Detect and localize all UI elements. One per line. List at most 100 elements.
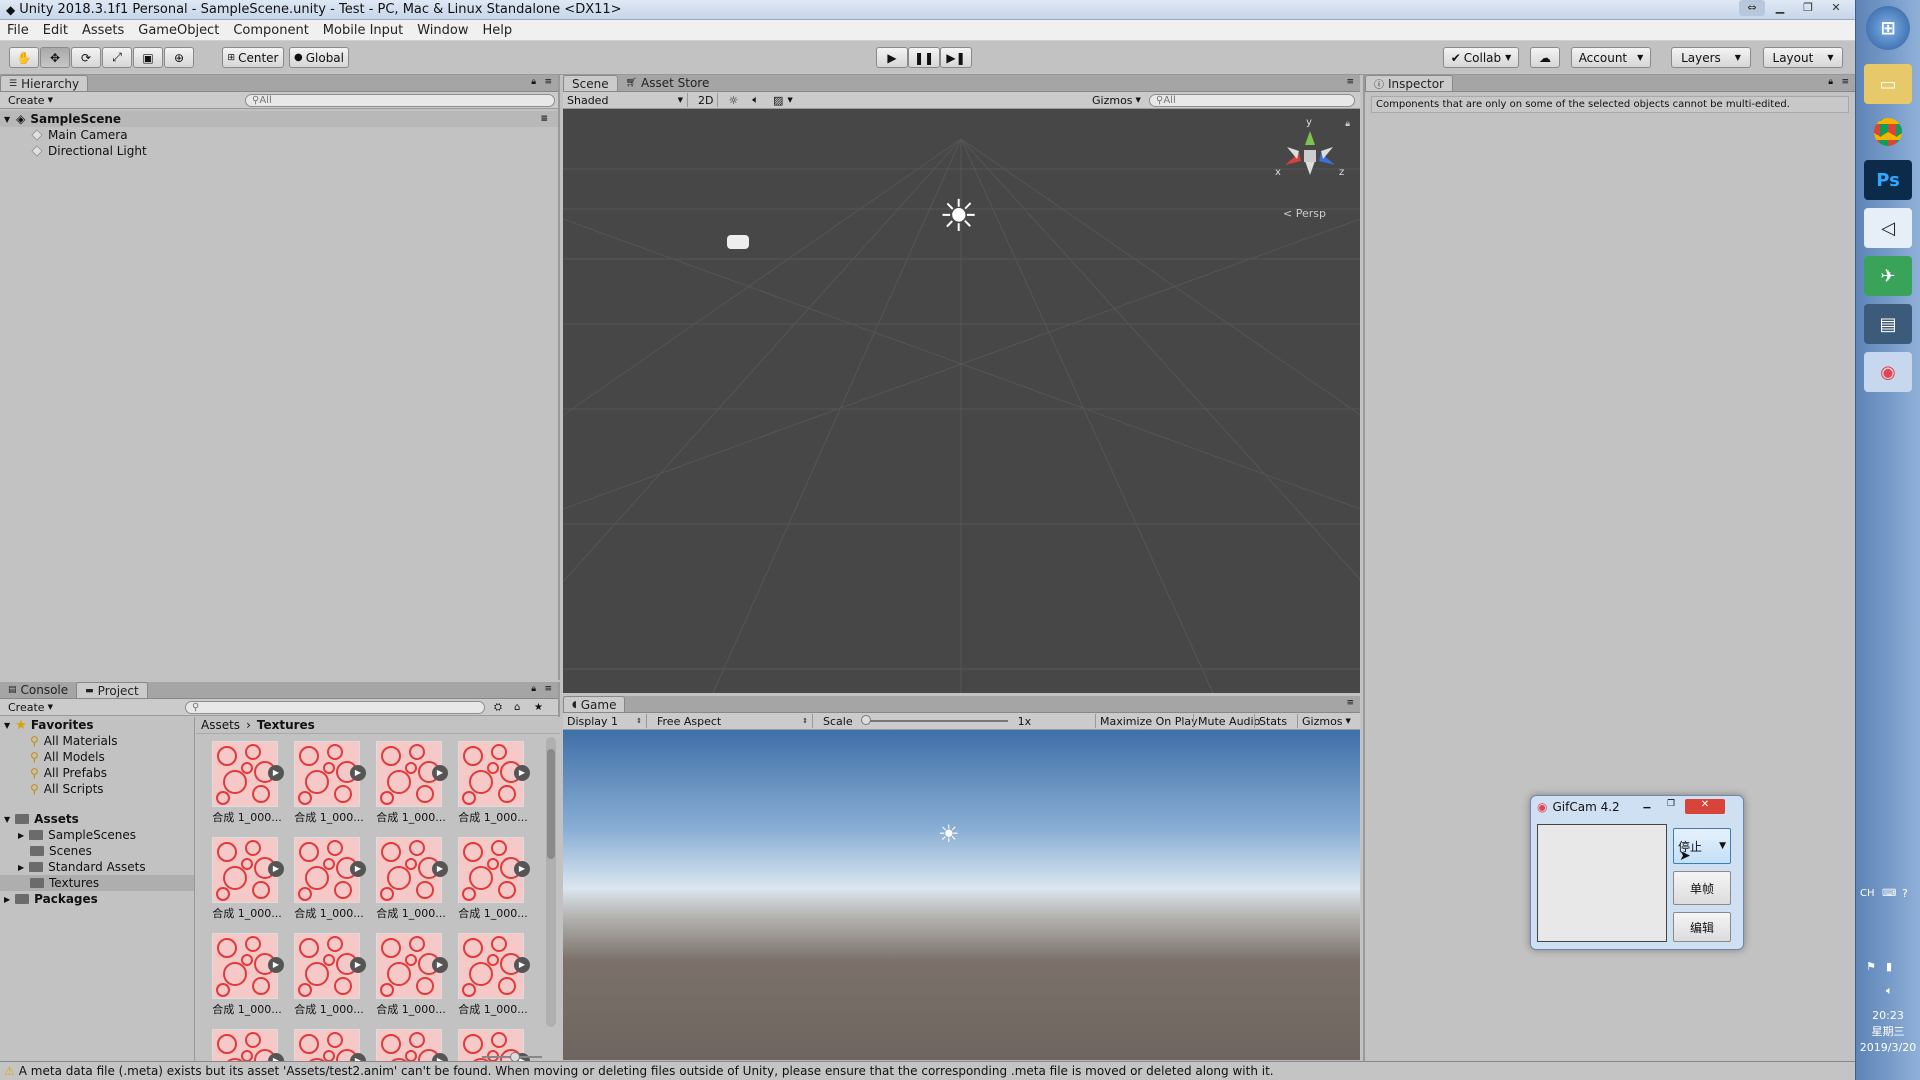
tray-volume-icon[interactable]: 🔈︎: [1886, 984, 1893, 998]
panel-menu-icon[interactable]: ≡: [1841, 77, 1849, 87]
persp-label[interactable]: < Persp: [1283, 207, 1326, 220]
expand-arrow-icon[interactable]: ▼: [4, 115, 10, 124]
texture-thumbnail[interactable]: ▶合成 1_000...: [458, 837, 530, 920]
play-preview-icon[interactable]: ▶: [350, 957, 366, 973]
display-dropdown[interactable]: Display 1 ⇕: [563, 714, 647, 728]
toggle-2d-button[interactable]: 2D: [694, 93, 719, 107]
game-gizmos-dropdown[interactable]: Gizmos ▼: [1297, 714, 1355, 728]
hierarchy-item[interactable]: Directional Light: [0, 143, 558, 159]
play-preview-icon[interactable]: ▶: [268, 765, 284, 781]
resize-arrows-icon[interactable]: ⇔: [1739, 0, 1765, 16]
asset-folder-item[interactable]: Scenes: [0, 843, 194, 859]
panel-menu-icon[interactable]: ≡: [1346, 77, 1354, 87]
scene-menu-icon[interactable]: ≡: [540, 114, 548, 124]
audio-toggle[interactable]: 🔈︎: [748, 93, 763, 107]
project-create-button[interactable]: Create ▼: [4, 700, 57, 714]
transform-tool-button[interactable]: ⊕: [164, 47, 194, 68]
close-button[interactable]: ✕: [1823, 0, 1849, 16]
move-tool-button[interactable]: ✥: [40, 47, 70, 68]
play-preview-icon[interactable]: ▶: [268, 957, 284, 973]
menu-window[interactable]: Window: [410, 23, 475, 38]
start-button[interactable]: ⊞: [1866, 6, 1910, 50]
texture-thumbnail[interactable]: ▶合成 1_000...: [376, 741, 448, 824]
filter-label-icon[interactable]: ⌂: [514, 702, 520, 713]
hierarchy-search-input[interactable]: ⚲ All: [245, 93, 555, 107]
explorer-taskbar-item[interactable]: ▭: [1864, 64, 1912, 104]
scene-gizmos-dropdown[interactable]: Gizmos ▼: [1088, 93, 1145, 107]
assets-row[interactable]: ▼ Assets: [0, 811, 194, 827]
scene-viewport[interactable]: ☀ y x z 🔒︎ < Persp: [563, 109, 1360, 693]
tab-project[interactable]: ▬ Project: [76, 682, 148, 698]
effects-dropdown[interactable]: ▨ ▼: [769, 93, 797, 107]
play-preview-icon[interactable]: ▶: [514, 861, 530, 877]
scene-row[interactable]: ▼ ◈ SampleScene ≡: [0, 111, 558, 127]
texture-thumbnail[interactable]: ▶合成 1_000...: [294, 741, 366, 824]
unity-taskbar-item[interactable]: ◁: [1864, 208, 1912, 248]
collab-dropdown[interactable]: ✔ Collab ▼: [1443, 47, 1519, 68]
texture-thumbnail[interactable]: ▶合成 1_000...: [376, 1029, 448, 1061]
play-preview-icon[interactable]: ▶: [514, 957, 530, 973]
play-preview-icon[interactable]: ▶: [268, 1053, 284, 1061]
project-search-input[interactable]: ⚲: [185, 700, 485, 714]
step-button[interactable]: ▶❚: [940, 47, 972, 68]
menu-mobile-input[interactable]: Mobile Input: [316, 23, 410, 38]
scrollbar-thumb[interactable]: [547, 749, 555, 859]
panel-menu-icon[interactable]: ≡: [544, 684, 552, 694]
tab-scene[interactable]: Scene: [563, 75, 618, 91]
maximize-button[interactable]: ❐: [1795, 0, 1821, 16]
status-bar[interactable]: ⚠ A meta data file (.meta) exists but it…: [0, 1061, 1855, 1080]
play-button[interactable]: ▶: [876, 47, 908, 68]
breadcrumb-assets[interactable]: Assets: [201, 718, 240, 732]
texture-thumbnail[interactable]: ▶合成 1_000...: [294, 933, 366, 1016]
asset-folder-item-selected[interactable]: Textures: [0, 875, 194, 891]
expand-arrow-icon[interactable]: ▼: [4, 815, 10, 824]
texture-thumbnail[interactable]: ▶合成 1_000...: [458, 933, 530, 1016]
pivot-global-button[interactable]: ● Global: [289, 47, 349, 68]
tab-asset-store[interactable]: 🛒︎ Asset Store: [618, 75, 718, 91]
gifcam-maximize-button[interactable]: ❐: [1659, 799, 1683, 814]
keyboard-icon[interactable]: ⌨: [1882, 888, 1896, 899]
lock-icon[interactable]: 🔒︎: [1345, 119, 1350, 129]
gifcam-capture-area[interactable]: [1537, 824, 1667, 942]
layers-dropdown[interactable]: Layers ▼: [1671, 47, 1751, 68]
menu-edit[interactable]: Edit: [36, 23, 75, 38]
gifcam-taskbar-item[interactable]: ◉: [1864, 352, 1912, 392]
texture-thumbnail[interactable]: ▶合成 1_000...: [212, 1029, 284, 1061]
breadcrumb-textures[interactable]: Textures: [257, 718, 315, 732]
play-preview-icon[interactable]: ▶: [432, 861, 448, 877]
texture-thumbnail[interactable]: ▶合成 1_000...: [212, 933, 284, 1016]
favorite-star-icon[interactable]: ★: [534, 702, 543, 713]
scale-slider[interactable]: [860, 715, 1008, 725]
collapse-arrow-icon[interactable]: ▶: [4, 895, 10, 904]
menu-file[interactable]: File: [0, 23, 36, 38]
favorite-item[interactable]: ⚲ All Scripts: [0, 781, 194, 797]
cloud-button[interactable]: ☁: [1530, 47, 1560, 68]
lock-icon[interactable]: 🔒︎: [1828, 77, 1833, 87]
asset-folder-item[interactable]: ▶ SampleScenes: [0, 827, 194, 843]
play-preview-icon[interactable]: ▶: [350, 861, 366, 877]
tray-flag-icon[interactable]: ⚑: [1866, 960, 1876, 973]
texture-thumbnail[interactable]: ▶合成 1_000...: [212, 837, 284, 920]
texture-thumbnail[interactable]: ▶合成 1_000...: [376, 837, 448, 920]
texture-thumbnail[interactable]: ▶合成 1_000...: [294, 837, 366, 920]
gifcam-minimize-button[interactable]: ▁: [1635, 799, 1659, 814]
account-dropdown[interactable]: Account ▼: [1571, 47, 1651, 68]
camera-icon[interactable]: [727, 235, 749, 249]
menu-help[interactable]: Help: [476, 23, 520, 38]
texture-thumbnail[interactable]: ▶合成 1_000...: [376, 933, 448, 1016]
play-preview-icon[interactable]: ▶: [432, 765, 448, 781]
hierarchy-item[interactable]: Main Camera: [0, 127, 558, 143]
favorite-item[interactable]: ⚲ All Models: [0, 749, 194, 765]
collapse-arrow-icon[interactable]: ▶: [18, 831, 24, 840]
aspect-dropdown[interactable]: Free Aspect ⇕: [653, 714, 813, 728]
play-preview-icon[interactable]: ▶: [432, 957, 448, 973]
tab-console[interactable]: ▤ Console: [0, 682, 76, 698]
texture-thumbnail[interactable]: ▶合成 1_000...: [294, 1029, 366, 1061]
tab-hierarchy[interactable]: ☰ Hierarchy: [0, 75, 89, 91]
play-preview-icon[interactable]: ▶: [350, 765, 366, 781]
panel-menu-icon[interactable]: ≡: [544, 77, 552, 87]
gifcam-close-button[interactable]: ✕: [1685, 799, 1725, 814]
photoshop-taskbar-item[interactable]: Ps: [1864, 160, 1912, 200]
favorite-item[interactable]: ⚲ All Prefabs: [0, 765, 194, 781]
rotate-tool-button[interactable]: ⟳: [71, 47, 101, 68]
